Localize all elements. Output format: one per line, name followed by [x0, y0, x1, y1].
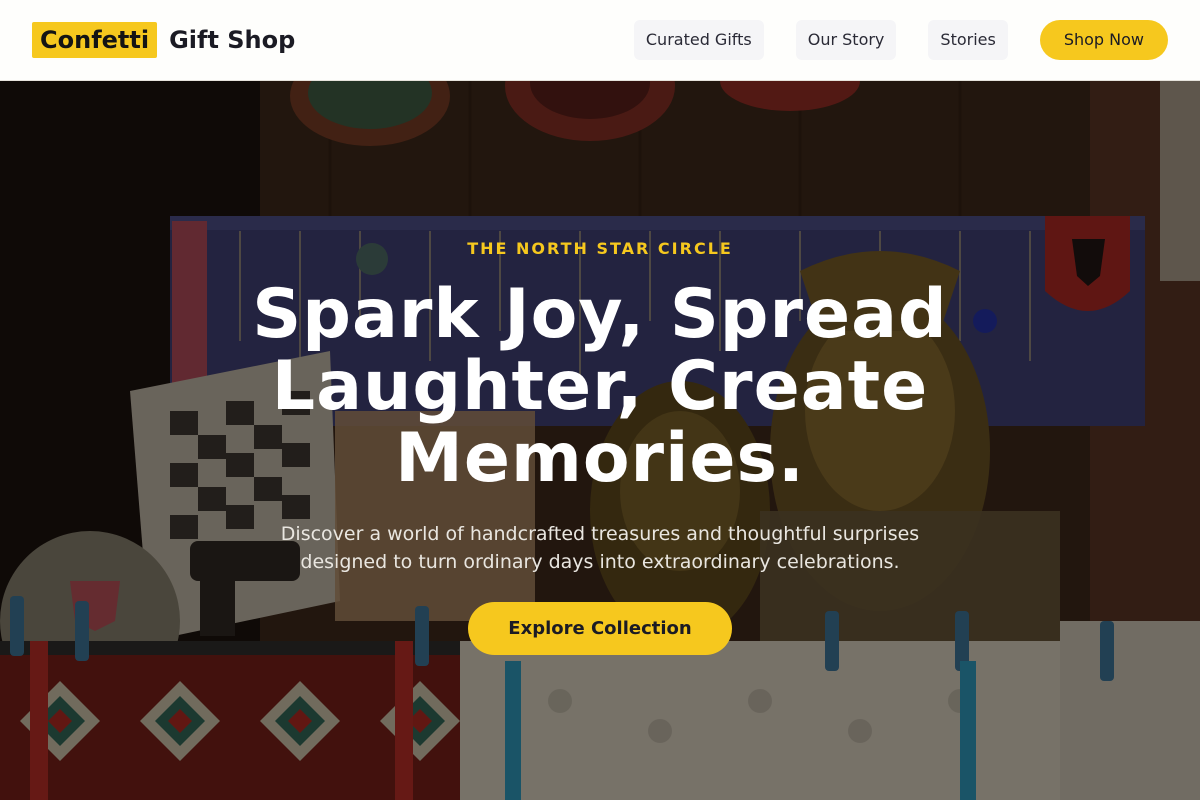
- site-header: Confetti Gift Shop Curated Gifts Our Sto…: [0, 0, 1200, 81]
- brand-name: Gift Shop: [169, 26, 296, 54]
- hero-headline: Spark Joy, Spread Laughter, Create Memor…: [252, 275, 948, 498]
- main-nav: Curated Gifts Our Story Stories Shop Now: [633, 20, 1168, 60]
- brand-highlight: Confetti: [32, 22, 158, 58]
- nav-link-stories[interactable]: Stories: [928, 20, 1008, 60]
- nav-link-curated-gifts[interactable]: Curated Gifts: [633, 20, 764, 60]
- explore-collection-button[interactable]: Explore Collection: [468, 602, 732, 655]
- hero-content: THE NORTH STAR CIRCLE Spark Joy, Spread …: [0, 81, 1200, 800]
- hero-eyebrow: THE NORTH STAR CIRCLE: [467, 239, 733, 258]
- brand-logo[interactable]: Confetti Gift Shop: [32, 22, 295, 58]
- shop-now-button[interactable]: Shop Now: [1039, 20, 1168, 60]
- hero-section: THE NORTH STAR CIRCLE Spark Joy, Spread …: [0, 81, 1200, 800]
- nav-link-our-story[interactable]: Our Story: [795, 20, 897, 60]
- hero-subtext: Discover a world of handcrafted treasure…: [280, 523, 920, 573]
